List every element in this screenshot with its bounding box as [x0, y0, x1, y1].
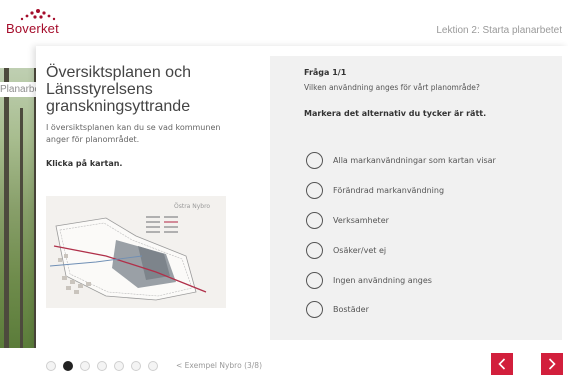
answer-option[interactable]: Alla markanvändningar som kartan visar: [306, 150, 496, 170]
radio-button[interactable]: [306, 181, 323, 199]
pager-dot[interactable]: [114, 361, 124, 371]
option-label: Alla markanvändningar som kartan visar: [333, 155, 496, 165]
chevron-left-icon: [498, 358, 506, 370]
option-label: Ingen användning anges: [333, 275, 432, 285]
question-number: Fråga 1/1: [304, 68, 347, 77]
next-button[interactable]: [541, 353, 563, 375]
radio-button[interactable]: [306, 211, 323, 229]
pager-dot[interactable]: [46, 361, 56, 371]
pager-dot[interactable]: [148, 361, 158, 371]
answer-option[interactable]: Förändrad markanvändning: [306, 180, 444, 200]
answer-option[interactable]: Osäker/vet ej: [306, 240, 386, 260]
option-label: Verksamheter: [333, 215, 389, 225]
radio-button[interactable]: [306, 300, 323, 318]
radio-button[interactable]: [306, 151, 323, 169]
chevron-right-icon: [548, 358, 556, 370]
previous-button[interactable]: [491, 353, 513, 375]
progress-text: < Exempel Nybro (3/8): [176, 361, 263, 370]
radio-button[interactable]: [306, 241, 323, 259]
lead-text: I översiktsplanen kan du se vad kommunen…: [46, 123, 221, 144]
logo-mark-icon: [20, 9, 56, 21]
overview-map[interactable]: Östra Nybro: [46, 196, 226, 308]
instruction-text: Klicka på kartan.: [46, 159, 123, 168]
answer-option[interactable]: Bostäder: [306, 299, 369, 319]
question-instruction: Markera det alternativ du tycker är rätt…: [304, 109, 487, 118]
page-title: Översiktsplanen och Länsstyrelsens grans…: [46, 64, 191, 115]
pager-dot[interactable]: [97, 361, 107, 371]
pager-dot[interactable]: [131, 361, 141, 371]
lesson-card: Översiktsplanen och Länsstyrelsens grans…: [36, 46, 568, 348]
header: Boverket Lektion 2: Starta planarbetet: [0, 0, 568, 46]
logo-text: Boverket: [6, 21, 59, 36]
map-label: Östra Nybro: [174, 203, 210, 210]
option-label: Bostäder: [333, 304, 369, 314]
map-graphic: Östra Nybro: [46, 196, 226, 308]
bottom-bar: < Exempel Nybro (3/8): [0, 348, 568, 378]
slide-pager: [46, 361, 158, 371]
lesson-title: Lektion 2: Starta planarbetet: [436, 25, 562, 36]
question-panel: Fråga 1/1 Vilken användning anges för vå…: [270, 56, 562, 340]
answer-option[interactable]: Ingen användning anges: [306, 270, 432, 290]
answer-option[interactable]: Verksamheter: [306, 210, 389, 230]
boverket-logo[interactable]: Boverket: [6, 6, 66, 42]
option-label: Osäker/vet ej: [333, 245, 387, 255]
question-text: Vilken användning anges för vårt planomr…: [304, 83, 480, 92]
option-label: Förändrad markanvändning: [333, 185, 445, 195]
pager-dot[interactable]: [80, 361, 90, 371]
radio-button[interactable]: [306, 271, 323, 289]
pager-dot-active[interactable]: [63, 361, 73, 371]
